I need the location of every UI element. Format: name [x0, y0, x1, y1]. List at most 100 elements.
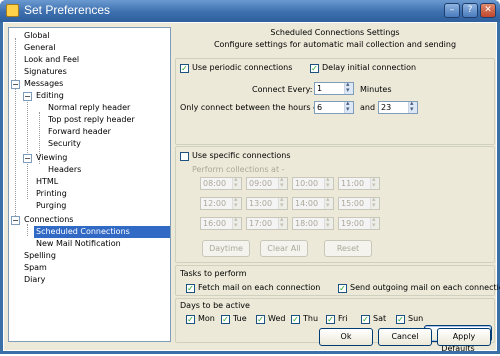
- tree-item-new-mail-notification[interactable]: New Mail Notification: [34, 238, 123, 250]
- tree-item-signatures[interactable]: Signatures: [22, 66, 69, 78]
- time-slot-value: 09:00: [249, 179, 273, 188]
- tree-item-normal-reply-header[interactable]: Normal reply header: [46, 102, 132, 114]
- tree-item-purging[interactable]: Purging: [34, 200, 68, 212]
- spinner-arrows-icon[interactable]: [370, 195, 379, 209]
- tree-item-scheduled-connections[interactable]: Scheduled Connections: [34, 226, 170, 238]
- use-specific-label: Use specific connections: [192, 151, 291, 160]
- spinner-arrows-icon[interactable]: [232, 215, 241, 229]
- periodic-group: ✓ Use periodic connections ✓ Delay initi…: [175, 58, 495, 145]
- spinner-arrows-icon[interactable]: [370, 215, 379, 229]
- fetch-mail-checkbox[interactable]: ✓: [186, 284, 195, 293]
- perform-collections-label: Perform collections at -: [192, 165, 285, 174]
- time-slot-spinner[interactable]: 09:00: [246, 175, 288, 190]
- daytime-button[interactable]: Daytime: [202, 240, 250, 257]
- tree-item-general[interactable]: General: [22, 42, 58, 54]
- close-button[interactable]: ✕: [480, 3, 496, 18]
- tree-item-forward-header[interactable]: Forward header: [46, 126, 113, 138]
- spinner-arrows-icon[interactable]: [278, 195, 287, 209]
- send-mail-checkbox[interactable]: ✓: [338, 284, 347, 293]
- help-button[interactable]: ?: [462, 3, 478, 18]
- time-slot-spinner[interactable]: 17:00: [246, 215, 288, 230]
- tree-item-printing[interactable]: Printing: [34, 188, 69, 200]
- collapse-messages-toggle[interactable]: −: [11, 80, 20, 89]
- day-thu-checkbox[interactable]: ✓: [291, 315, 300, 324]
- fetch-mail-label: Fetch mail on each connection: [198, 283, 321, 292]
- spinner-arrows-icon[interactable]: [344, 99, 353, 113]
- day-sun-checkbox[interactable]: ✓: [396, 315, 405, 324]
- spinner-arrows-icon[interactable]: [232, 175, 241, 189]
- app-icon: [6, 4, 19, 17]
- tree-item-headers[interactable]: Headers: [46, 164, 83, 176]
- spinner-arrows-icon[interactable]: [278, 175, 287, 189]
- tree-line: [15, 38, 16, 224]
- tree-item-messages[interactable]: Messages: [22, 78, 65, 90]
- connect-every-spinner[interactable]: 1: [314, 80, 354, 95]
- time-slot-spinner[interactable]: 15:00: [338, 195, 380, 210]
- tree-item-viewing[interactable]: Viewing: [34, 152, 69, 164]
- collapse-connections-toggle[interactable]: −: [11, 216, 20, 225]
- collapse-viewing-toggle[interactable]: −: [23, 154, 32, 163]
- spinner-arrows-icon[interactable]: [370, 175, 379, 189]
- specific-group: Use specific connections Perform collect…: [175, 146, 495, 263]
- tree-item-editing[interactable]: Editing: [34, 90, 66, 102]
- tree-item-global[interactable]: Global: [22, 30, 52, 42]
- tree-item-spelling[interactable]: Spelling: [22, 250, 58, 262]
- spinner-arrows-icon[interactable]: [278, 215, 287, 229]
- preferences-window: Set Preferences – ? ✕ Global General Loo…: [0, 0, 500, 354]
- collapse-editing-toggle[interactable]: −: [23, 92, 32, 101]
- tasks-title: Tasks to perform: [180, 269, 247, 278]
- settings-panel: Scheduled Connections Settings Configure…: [175, 27, 500, 353]
- hours-from-spinner[interactable]: 6: [314, 99, 354, 114]
- tree-item-security[interactable]: Security: [46, 138, 83, 150]
- tree-item-look-and-feel[interactable]: Look and Feel: [22, 54, 81, 66]
- tree-item-top-post-reply-header[interactable]: Top post reply header: [46, 114, 137, 126]
- time-slot-spinner[interactable]: 11:00: [338, 175, 380, 190]
- time-slot-spinner[interactable]: 18:00: [292, 215, 334, 230]
- use-periodic-checkbox[interactable]: ✓: [180, 64, 189, 73]
- minimize-button[interactable]: –: [444, 3, 460, 18]
- panel-header: Scheduled Connections Settings Configure…: [175, 27, 495, 53]
- tree-item-connections[interactable]: Connections: [22, 214, 75, 226]
- connect-every-label: Connect Every:: [252, 85, 313, 94]
- use-specific-checkbox[interactable]: [180, 152, 189, 161]
- time-slot-spinner[interactable]: 16:00: [200, 215, 242, 230]
- day-fri-checkbox[interactable]: ✓: [326, 315, 335, 324]
- time-slot-value: 08:00: [203, 179, 227, 188]
- delay-initial-checkbox[interactable]: ✓: [310, 64, 319, 73]
- day-wed-checkbox[interactable]: ✓: [256, 315, 265, 324]
- spinner-arrows-icon[interactable]: [232, 195, 241, 209]
- tree-item-spam[interactable]: Spam: [22, 262, 49, 274]
- time-slot-spinner[interactable]: 14:00: [292, 195, 334, 210]
- day-mon-checkbox[interactable]: ✓: [186, 315, 195, 324]
- cancel-button[interactable]: Cancel: [378, 328, 432, 346]
- time-slot-spinner[interactable]: 08:00: [200, 175, 242, 190]
- spinner-arrows-icon[interactable]: [324, 175, 333, 189]
- reset-button[interactable]: Reset: [324, 240, 372, 257]
- time-slot-spinner[interactable]: 19:00: [338, 215, 380, 230]
- minutes-label: Minutes: [360, 85, 392, 94]
- day-fri-label: Fri: [338, 314, 348, 323]
- tree-item-diary[interactable]: Diary: [22, 274, 47, 286]
- settings-tree[interactable]: Global General Look and Feel Signatures …: [8, 27, 171, 342]
- title-bar[interactable]: Set Preferences – ? ✕: [0, 0, 500, 22]
- spinner-arrows-icon[interactable]: [408, 99, 417, 113]
- time-slot-spinner[interactable]: 13:00: [246, 195, 288, 210]
- tree-item-html[interactable]: HTML: [34, 176, 60, 188]
- apply-button[interactable]: Apply: [437, 328, 491, 346]
- hours-from-value: 6: [317, 103, 323, 112]
- hours-to-spinner[interactable]: 23: [378, 99, 418, 114]
- clear-all-button[interactable]: Clear All: [260, 240, 308, 257]
- day-sat-checkbox[interactable]: ✓: [361, 315, 370, 324]
- window-title: Set Preferences: [24, 3, 111, 17]
- day-thu-label: Thu: [303, 314, 319, 323]
- spinner-arrows-icon[interactable]: [324, 195, 333, 209]
- spinner-arrows-icon[interactable]: [344, 80, 353, 94]
- panel-title: Scheduled Connections Settings: [270, 28, 400, 37]
- time-slot-value: 14:00: [295, 199, 319, 208]
- time-slot-spinner[interactable]: 12:00: [200, 195, 242, 210]
- ok-button[interactable]: Ok: [319, 328, 373, 346]
- spinner-arrows-icon[interactable]: [324, 215, 333, 229]
- time-slot-spinner[interactable]: 10:00: [292, 175, 334, 190]
- day-tue-checkbox[interactable]: ✓: [221, 315, 230, 324]
- time-slot-value: 17:00: [249, 219, 273, 228]
